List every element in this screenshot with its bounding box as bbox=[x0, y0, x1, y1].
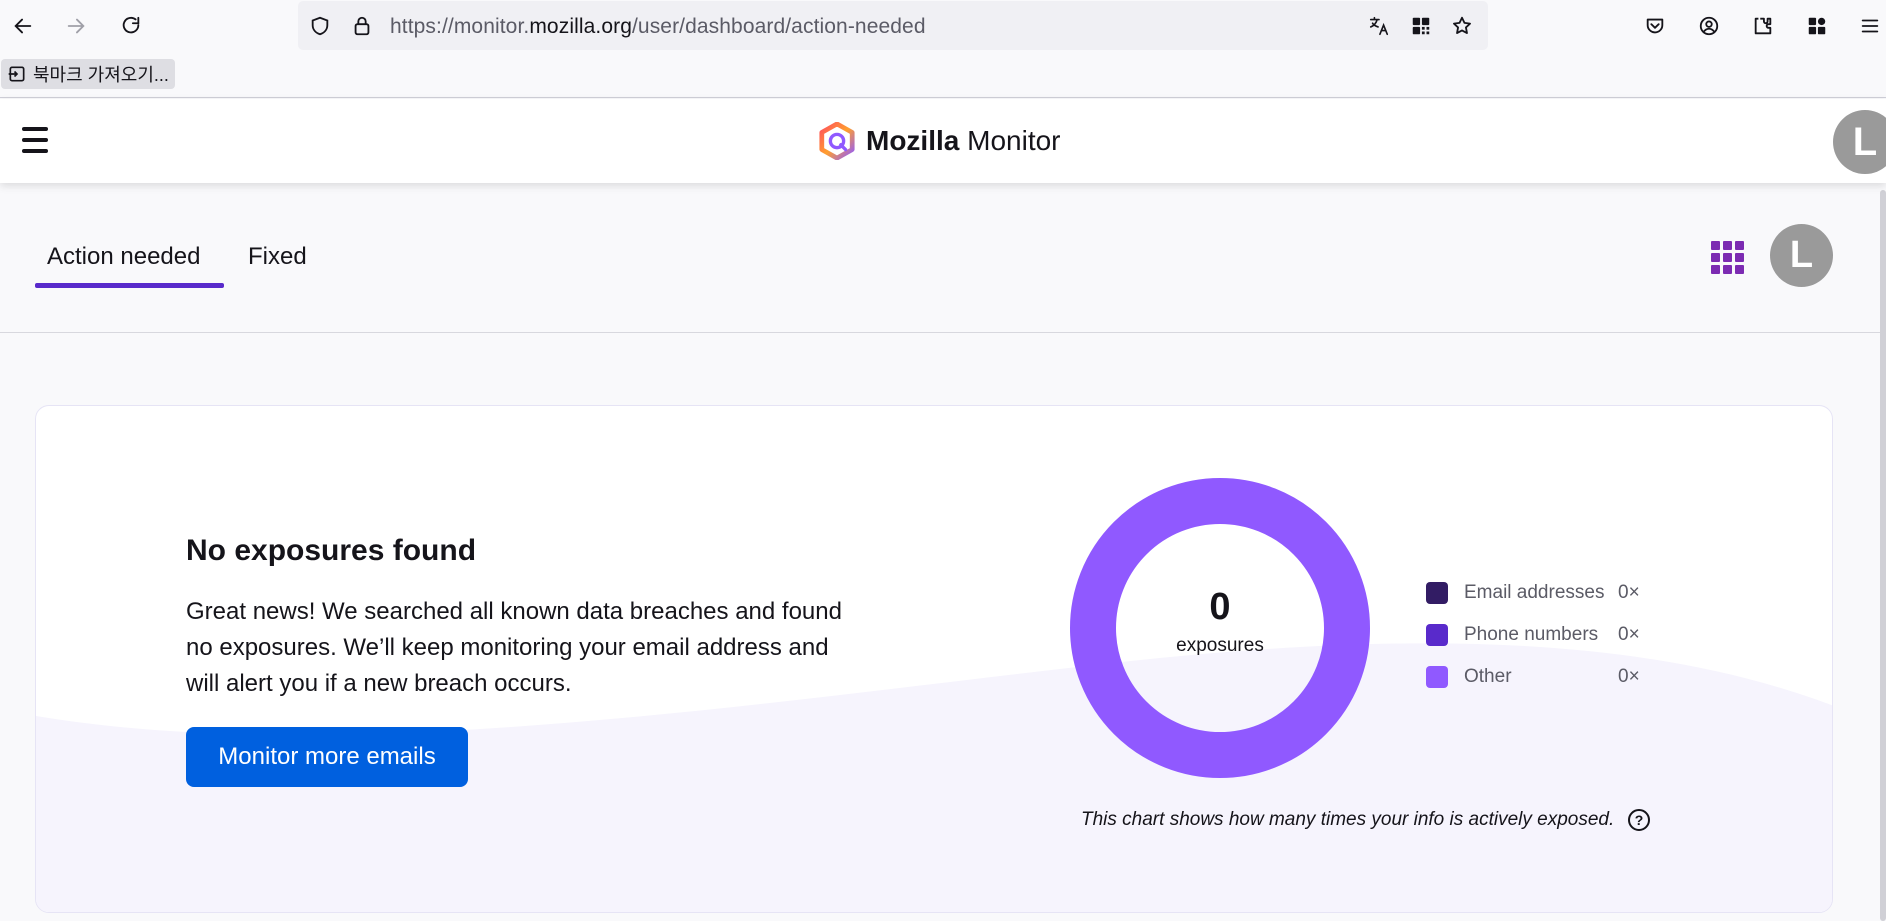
bookmark-import-item[interactable]: 북마크 가져오기... bbox=[1, 59, 175, 89]
qr-code-icon[interactable] bbox=[1408, 13, 1434, 39]
legend-item: Other 0× bbox=[1426, 658, 1666, 700]
legend-swatch bbox=[1426, 582, 1448, 604]
legend-label: Email addresses bbox=[1464, 582, 1605, 603]
forward-icon[interactable] bbox=[60, 10, 92, 42]
legend-label: Other bbox=[1464, 666, 1512, 687]
monitor-logo-icon bbox=[819, 122, 855, 160]
exposures-card: No exposures found Great news! We search… bbox=[35, 405, 1833, 913]
lock-icon[interactable] bbox=[349, 13, 375, 39]
brand-logo-link[interactable]: Mozilla Monitor bbox=[818, 121, 1061, 161]
apps-grid-icon[interactable] bbox=[1801, 10, 1833, 42]
dashboard-tabs: Action needed Fixed L bbox=[0, 183, 1886, 333]
user-avatar[interactable]: L bbox=[1770, 224, 1833, 287]
monitor-more-emails-button[interactable]: Monitor more emails bbox=[186, 727, 468, 787]
bookmarks-bar: 북마크 가져오기... bbox=[0, 53, 1886, 98]
hamburger-menu-icon[interactable] bbox=[22, 127, 48, 153]
donut-center-label: exposures bbox=[1176, 635, 1264, 656]
brand-name: Mozilla Monitor bbox=[866, 125, 1061, 156]
legend-count: 0× bbox=[1618, 666, 1640, 687]
url-bar[interactable]: https://monitor.mozilla.org/user/dashboa… bbox=[298, 1, 1488, 50]
bookmark-star-icon[interactable] bbox=[1449, 13, 1475, 39]
bookmark-import-label: 북마크 가져오기... bbox=[33, 65, 169, 85]
legend-item: Phone numbers 0× bbox=[1426, 616, 1666, 658]
legend-label: Phone numbers bbox=[1464, 624, 1599, 645]
chart-legend: Email addresses 0× Phone numbers 0× Othe… bbox=[1426, 574, 1666, 700]
apps-menu-icon[interactable] bbox=[1711, 241, 1745, 275]
browser-toolbar: https://monitor.mozilla.org/user/dashboa… bbox=[0, 0, 1886, 53]
header-avatar[interactable]: L bbox=[1833, 110, 1886, 174]
help-icon[interactable]: ? bbox=[1628, 809, 1650, 831]
import-icon bbox=[8, 66, 25, 82]
extensions-icon[interactable] bbox=[1747, 10, 1779, 42]
card-title: No exposures found bbox=[186, 534, 477, 567]
shield-icon[interactable] bbox=[307, 13, 333, 39]
donut-center-value: 0 bbox=[1209, 586, 1231, 628]
tab-fixed[interactable]: Fixed bbox=[248, 243, 307, 271]
chart-caption: This chart shows how many times your inf… bbox=[1081, 809, 1615, 830]
legend-swatch bbox=[1426, 624, 1448, 646]
page-scrollbar[interactable] bbox=[1880, 190, 1886, 921]
legend-count: 0× bbox=[1618, 624, 1640, 645]
legend-count: 0× bbox=[1618, 582, 1640, 603]
reload-icon[interactable] bbox=[115, 10, 147, 42]
menu-icon[interactable] bbox=[1854, 10, 1886, 42]
url-text[interactable]: https://monitor.mozilla.org/user/dashboa… bbox=[390, 15, 926, 39]
active-tab-indicator bbox=[35, 283, 224, 288]
legend-item: Email addresses 0× bbox=[1426, 574, 1666, 616]
account-icon[interactable] bbox=[1693, 10, 1725, 42]
back-icon[interactable] bbox=[7, 10, 39, 42]
translate-icon[interactable] bbox=[1366, 13, 1392, 39]
tab-action-needed[interactable]: Action needed bbox=[47, 243, 200, 271]
card-description: Great news! We searched all known data b… bbox=[186, 598, 842, 697]
site-header: Mozilla Monitor L bbox=[0, 99, 1886, 183]
pocket-icon[interactable] bbox=[1639, 10, 1671, 42]
legend-swatch bbox=[1426, 666, 1448, 688]
